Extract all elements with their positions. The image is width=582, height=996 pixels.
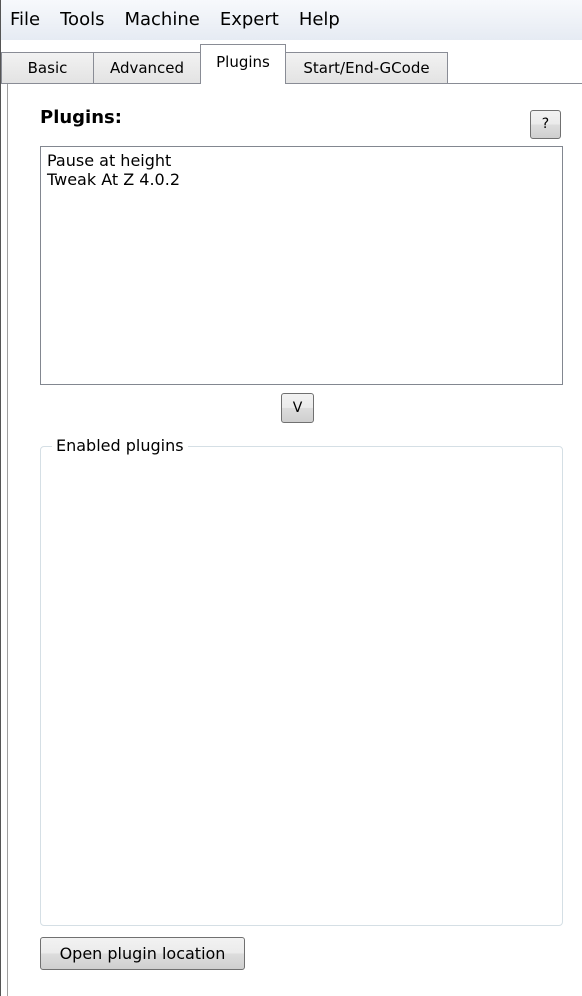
help-button[interactable]: ? <box>530 110 561 139</box>
window-left-border <box>0 0 1 996</box>
plugins-heading: Plugins: <box>40 107 122 128</box>
tab-plugins[interactable]: Plugins <box>200 44 286 84</box>
enabled-plugins-group <box>40 446 563 926</box>
open-plugin-location-button[interactable]: Open plugin location <box>40 937 245 970</box>
menu-expert[interactable]: Expert <box>210 0 289 40</box>
tab-advanced[interactable]: Advanced <box>93 52 201 83</box>
panel-left-border <box>7 84 8 996</box>
menu-help[interactable]: Help <box>289 0 350 40</box>
list-item[interactable]: Pause at height <box>47 151 556 170</box>
add-plugin-button[interactable]: V <box>281 393 314 423</box>
menu-machine[interactable]: Machine <box>114 0 209 40</box>
tab-start-end-gcode[interactable]: Start/End-GCode <box>285 52 448 83</box>
tabbar-divider <box>1 83 582 84</box>
list-item[interactable]: Tweak At Z 4.0.2 <box>47 170 556 189</box>
settings-tabbar: Basic Advanced Plugins Start/End-GCode <box>1 40 582 84</box>
menu-file[interactable]: File <box>1 0 50 40</box>
menubar: File Tools Machine Expert Help <box>1 0 582 41</box>
enabled-plugins-label: Enabled plugins <box>52 435 188 457</box>
cura-settings-window: File Tools Machine Expert Help Basic Adv… <box>0 0 582 996</box>
available-plugins-list[interactable]: Pause at height Tweak At Z 4.0.2 <box>40 146 563 385</box>
menu-tools[interactable]: Tools <box>50 0 114 40</box>
tab-basic[interactable]: Basic <box>1 52 94 83</box>
